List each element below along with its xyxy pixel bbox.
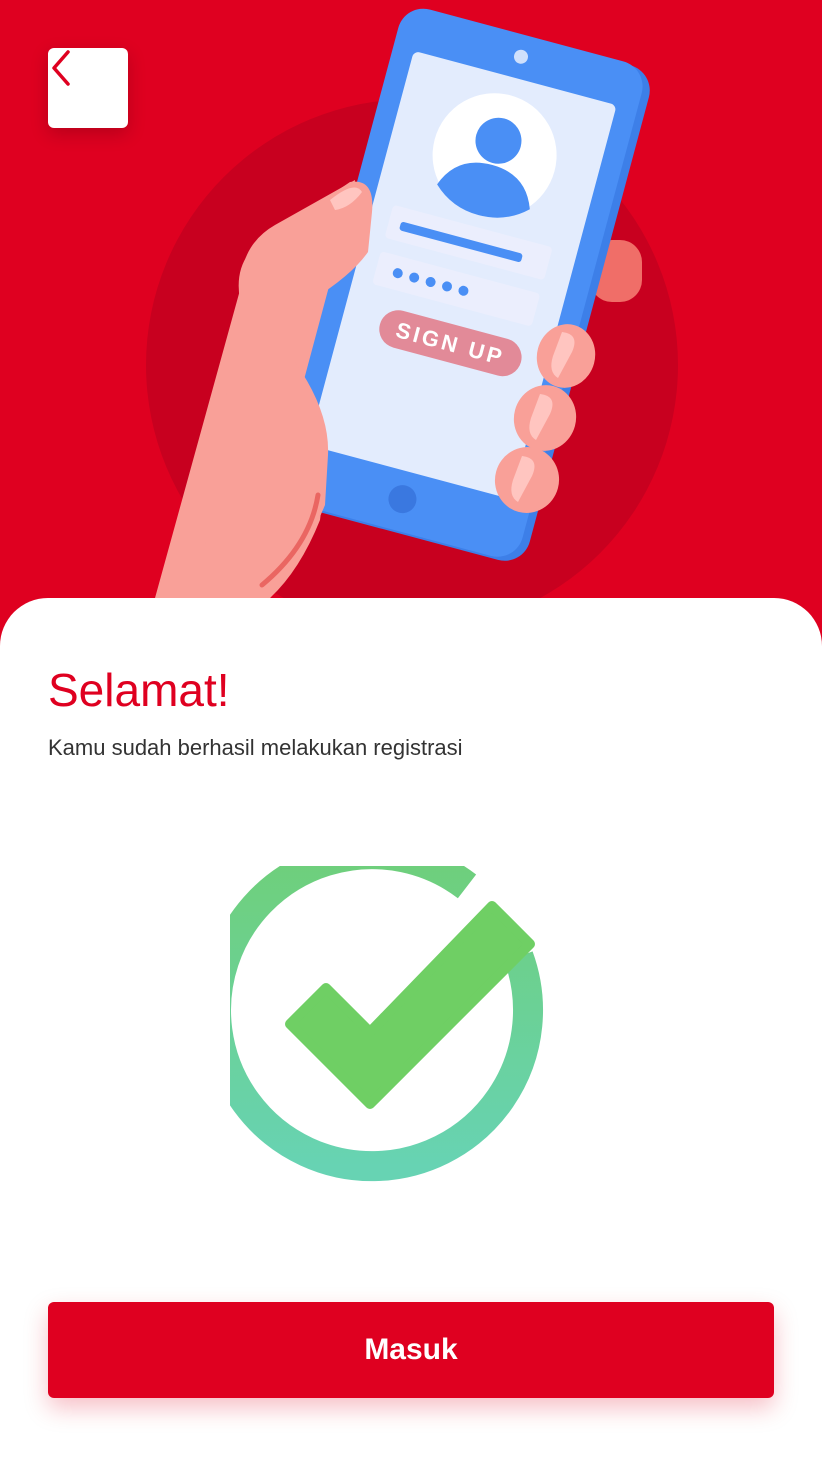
chevron-left-icon xyxy=(52,50,70,86)
login-button[interactable]: Masuk xyxy=(48,1302,774,1398)
page-subtitle: Kamu sudah berhasil melakukan registrasi xyxy=(48,735,463,760)
hero-banner: SIGN UP xyxy=(0,0,822,660)
check-circle-icon xyxy=(230,866,543,1182)
registration-success-screen: SIGN UP Selamat! Kamu sudah berhasil mel… xyxy=(0,0,822,1462)
back-button[interactable] xyxy=(48,48,128,128)
page-title: Selamat! xyxy=(48,664,230,716)
